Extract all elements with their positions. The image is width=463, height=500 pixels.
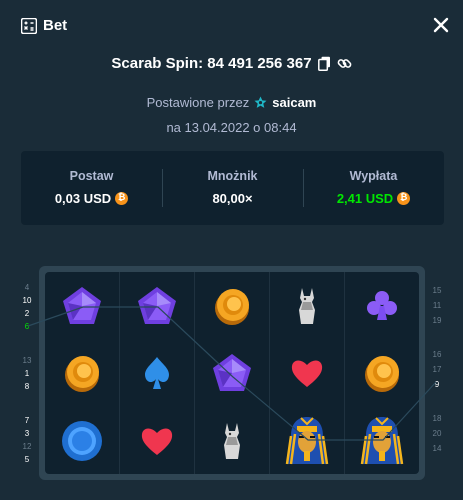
- slot-reels: [45, 272, 419, 474]
- bet-slip-icon: [21, 18, 37, 34]
- purple-club-icon: [345, 272, 419, 339]
- pharaoh-mask-icon: [345, 407, 419, 474]
- payline-number-right: 16: [432, 350, 442, 359]
- payline-number-right: 17: [432, 365, 442, 374]
- stat-bet-label: Postaw: [69, 169, 114, 183]
- slot-board: [39, 266, 425, 480]
- placed-by-row: Postawione przez saicam: [0, 95, 463, 110]
- payline-number-left: 12: [22, 442, 32, 451]
- bet-stats-panel: Postaw 0,03 USD Mnożnik 80,00× Wypłata 2…: [21, 151, 444, 225]
- stat-bet-value: 0,03 USD: [54, 191, 112, 206]
- payline-number-right: 11: [432, 301, 442, 310]
- gold-coin-icon: [345, 339, 419, 406]
- anubis-statue-icon: [195, 407, 269, 474]
- blue-ring-icon: [45, 407, 119, 474]
- gold-coin-icon: [45, 339, 119, 406]
- modal-title: Bet: [43, 17, 68, 34]
- stat-payout-label: Wypłata: [349, 169, 398, 183]
- spin-id-row: Scarab Spin: 84 491 256 367: [0, 55, 463, 77]
- copy-icon[interactable]: [317, 56, 331, 71]
- payline-number-left: 13: [22, 356, 32, 365]
- stat-multiplier: Mnożnik 80,00×: [162, 151, 303, 225]
- stat-multiplier-label: Mnożnik: [207, 169, 258, 183]
- payline-number-left: 3: [24, 429, 30, 438]
- payline-number-right-highlighted: 9: [434, 380, 440, 389]
- bitcoin-icon: [397, 192, 411, 205]
- modal-header: Bet: [0, 0, 463, 52]
- link-icon[interactable]: [337, 56, 352, 71]
- payline-number-left: 5: [24, 455, 30, 464]
- stat-payout: Wypłata 2,41 USD: [303, 151, 444, 225]
- stat-bet-value-row: 0,03 USD: [21, 191, 162, 206]
- username-link[interactable]: saicam: [272, 95, 316, 110]
- red-heart-icon: [270, 339, 344, 406]
- stat-payout-value-row: 2,41 USD: [303, 191, 444, 206]
- payline-number-right: 15: [432, 286, 442, 295]
- stat-bet: Postaw 0,03 USD: [21, 151, 162, 225]
- payline-number-right: 20: [432, 429, 442, 438]
- gold-coin-icon: [195, 272, 269, 339]
- close-icon[interactable]: [432, 16, 450, 34]
- placed-by-label: Postawione przez: [146, 95, 250, 110]
- bet-date: na 13.04.2022 o 08:44: [166, 120, 297, 135]
- red-heart-icon: [120, 407, 194, 474]
- payline-number-left: 7: [24, 416, 30, 425]
- payline-number-right: 18: [432, 414, 442, 423]
- stat-multiplier-value-row: 80,00×: [162, 191, 303, 206]
- payline-number-left: 10: [22, 296, 32, 305]
- payline-number-left-highlighted: 6: [24, 322, 30, 331]
- bitcoin-icon: [115, 192, 129, 205]
- pharaoh-mask-icon: [270, 407, 344, 474]
- payline-number-right: 19: [432, 316, 442, 325]
- purple-gem-icon: [195, 339, 269, 406]
- payline-number-left: 4: [24, 283, 30, 292]
- stat-payout-value: 2,41 USD: [336, 191, 394, 206]
- payline-number-left: 2: [24, 309, 30, 318]
- purple-gem-icon: [120, 272, 194, 339]
- blue-spade-icon: [120, 339, 194, 406]
- stat-multiplier-value: 80,00×: [212, 191, 253, 206]
- anubis-statue-icon: [270, 272, 344, 339]
- spin-id: Scarab Spin: 84 491 256 367: [111, 55, 312, 72]
- payline-number-left: 8: [24, 382, 30, 391]
- purple-gem-icon: [45, 272, 119, 339]
- payline-number-left: 1: [24, 369, 30, 378]
- star-badge-icon: [254, 96, 267, 108]
- payline-number-right: 14: [432, 444, 442, 453]
